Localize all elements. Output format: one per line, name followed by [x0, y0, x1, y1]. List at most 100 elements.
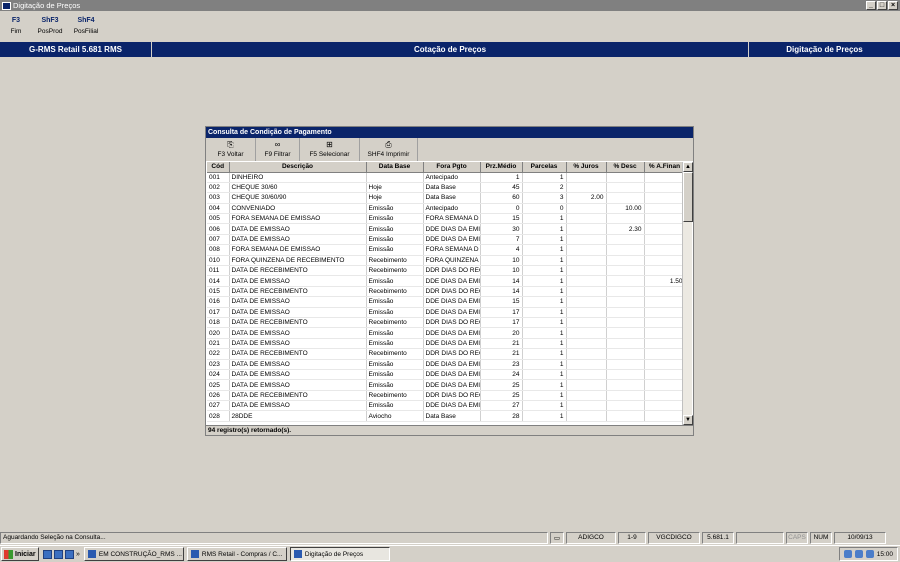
table-cell: Emissão: [366, 359, 424, 370]
table-cell: DDE DIAS DA EMI: [423, 275, 481, 287]
table-row[interactable]: 002 CHEQUE 30/60 Hoje Data Base 45 2: [207, 182, 685, 194]
table-row[interactable]: 007 DATA DE EMISSAO Emissão DDE DIAS DA EMI…: [207, 234, 685, 246]
table-cell: 1: [480, 172, 523, 183]
table-cell: 7: [480, 234, 523, 246]
select-button[interactable]: ⊞ F5 Selecionar: [300, 138, 360, 161]
scroll-up-icon[interactable]: ▲: [683, 162, 693, 172]
scroll-down-icon[interactable]: ▼: [683, 415, 693, 425]
toolbar-posprod-button[interactable]: ShF3 PosProd: [32, 13, 68, 41]
start-button[interactable]: Iniciar: [1, 547, 39, 561]
table-cell: [644, 359, 685, 370]
table-row[interactable]: 005 FORA SEMANA DE EMISSAO Emissão FORA SEM…: [207, 213, 685, 225]
table-cell: Hoje: [366, 182, 424, 194]
table-cell: [644, 369, 685, 381]
table-row[interactable]: 003 CHEQUE 30/60/90 Hoje Data Base 60 3 2.00: [207, 192, 685, 204]
table-cell: 1: [522, 255, 567, 267]
table-row[interactable]: 001 DINHEIRO Antecipado 1 1: [207, 172, 685, 183]
print-button[interactable]: ⎙ SHF4 Imprimir: [360, 138, 418, 161]
browser-icon[interactable]: [54, 549, 63, 559]
table-cell: 015: [207, 286, 230, 298]
toolbar-fim-button[interactable]: F3 Fim: [0, 13, 32, 41]
table-row[interactable]: 023 DATA DE EMISSAO Emissão DDE DIAS DA EMI…: [207, 359, 685, 370]
payment-condition-dialog: Consulta de Condição de Pagamento ⎘ F3 V…: [205, 126, 694, 436]
table-cell: [606, 255, 645, 267]
table-cell: [644, 213, 685, 225]
table-cell: DATA DE EMISSAO: [229, 307, 367, 318]
table-cell: [606, 327, 645, 339]
system-tray: 15:00: [838, 547, 898, 561]
close-button[interactable]: ×: [888, 1, 898, 10]
table-row[interactable]: 006 DATA DE EMISSAO Emissão DDE DIAS DA EMI…: [207, 223, 685, 235]
table-cell: Emissão: [366, 223, 424, 235]
scroll-thumb[interactable]: [683, 172, 693, 222]
task-label: EM CONSTRUÇÃO_RMS ...: [98, 550, 182, 558]
vertical-scrollbar[interactable]: ▲ ▼: [682, 162, 693, 425]
column-header[interactable]: Data Base: [366, 162, 424, 173]
table-row[interactable]: 004 CONVENIADO Emissão Antecipado 0 0 10.00: [207, 203, 685, 215]
table-cell: 60: [480, 192, 523, 204]
table-row[interactable]: 022 DATA DE RECEBIMENTO Recebimento DDR DIA…: [207, 348, 685, 360]
table-row[interactable]: 008 FORA SEMANA DE EMISSAO Emissão FORA SEM…: [207, 244, 685, 256]
column-header[interactable]: % A.Finan: [644, 162, 685, 173]
table-cell: 1: [522, 369, 567, 381]
column-header[interactable]: Cód: [207, 162, 230, 173]
table-cell: Recebimento: [366, 317, 424, 329]
table-row[interactable]: 010 FORA QUINZENA DE RECEBIMENTO Recebimen…: [207, 255, 685, 267]
table-row[interactable]: 026 DATA DE RECEBIMENTO Recebimento DDR DIA…: [207, 390, 685, 402]
task-em-construcao[interactable]: EM CONSTRUÇÃO_RMS ...: [83, 547, 184, 561]
volume-icon[interactable]: [854, 550, 863, 558]
table-row[interactable]: 014 DATA DE EMISSAO Emissão DDE DIAS DA EMI…: [207, 275, 685, 287]
taskbar: Iniciar » EM CONSTRUÇÃO_RMS ... RMS Reta…: [0, 545, 900, 562]
security-icon[interactable]: [865, 550, 874, 558]
table-row[interactable]: 015 DATA DE RECEBIMENTO Recebimento DDR DIA…: [207, 286, 685, 298]
table-cell: DDE DIAS DA EMI: [423, 369, 481, 381]
table-cell: [566, 307, 607, 318]
column-header[interactable]: % Juros: [566, 162, 607, 173]
more-icon[interactable]: »: [76, 551, 80, 558]
table-row[interactable]: 024 DATA DE EMISSAO Emissão DDE DIAS DA EMI…: [207, 369, 685, 381]
table-cell: 1: [522, 296, 567, 308]
table-row[interactable]: 017 DATA DE EMISSAO Emissão DDE DIAS DA EMI…: [207, 307, 685, 318]
table-cell: FORA SEMANA D: [423, 244, 481, 256]
column-header[interactable]: Descrição: [229, 162, 367, 173]
table-cell: DATA DE RECEBIMENTO: [229, 348, 367, 360]
explorer-icon[interactable]: [65, 549, 74, 559]
table-row[interactable]: 021 DATA DE EMISSAO Emissão DDE DIAS DA EMI…: [207, 338, 685, 350]
task-label: Digitação de Preços: [304, 550, 364, 558]
table-cell: FORA SEMANA DE EMISSAO: [229, 213, 367, 225]
back-button[interactable]: ⎘ F3 Voltar: [206, 138, 256, 161]
table-row[interactable]: 011 DATA DE RECEBIMENTO Recebimento DDR DIA…: [207, 265, 685, 277]
table-cell: [606, 275, 645, 287]
table-cell: 008: [207, 244, 230, 256]
toolbar-key: ShF4: [77, 17, 95, 24]
column-header[interactable]: Parcelas: [522, 162, 567, 173]
table-cell: Recebimento: [366, 390, 424, 402]
column-header[interactable]: Prz.Médio: [480, 162, 523, 173]
column-header[interactable]: % Desc: [606, 162, 645, 173]
minimize-button[interactable]: _: [866, 1, 876, 10]
network-icon[interactable]: [843, 550, 852, 558]
task-rms-retail[interactable]: RMS Retail - Compras / C...: [186, 547, 287, 561]
table-row[interactable]: 016 DATA DE EMISSAO Emissão DDE DIAS DA EMI…: [207, 296, 685, 308]
toolbar-posfilial-button[interactable]: ShF4 PosFilial: [68, 13, 104, 41]
table-cell: FORA QUINZENA DE RECEBIMENTO: [229, 255, 367, 267]
toolbar-key: F3: [11, 17, 21, 24]
filter-button[interactable]: ∞ F9 Filtrar: [256, 138, 300, 161]
desktop-icon[interactable]: [43, 549, 52, 559]
status-blank: [736, 531, 784, 544]
table-row[interactable]: 027 DATA DE EMISSAO Emissão DDE DIAS DA EMI…: [207, 400, 685, 412]
results-grid[interactable]: Cód Descrição Data Base Fora Pgto Prz.Médio P…: [207, 162, 685, 425]
table-cell: 1: [522, 265, 567, 277]
table-cell: DATA DE EMISSAO: [229, 296, 367, 308]
table-row[interactable]: 025 DATA DE EMISSAO Emissão DDE DIAS DA EMI…: [207, 379, 685, 391]
task-digitacao-precos[interactable]: Digitação de Preços: [289, 547, 390, 561]
printer-icon: ⎙: [385, 140, 392, 149]
column-header[interactable]: Fora Pgto: [423, 162, 481, 173]
table-row[interactable]: 028 28DDE Aviocho Data Base 28 1: [207, 410, 685, 422]
table-cell: [606, 172, 645, 183]
maximize-button[interactable]: □: [877, 1, 887, 10]
table-row[interactable]: 018 DATA DE RECEBIMENTO Recebimento DDR DIA…: [207, 317, 685, 329]
table-row[interactable]: 020 DATA DE EMISSAO Emissão DDE DIAS DA EMI…: [207, 327, 685, 339]
table-cell: [566, 400, 607, 412]
app-icon: [2, 1, 11, 10]
